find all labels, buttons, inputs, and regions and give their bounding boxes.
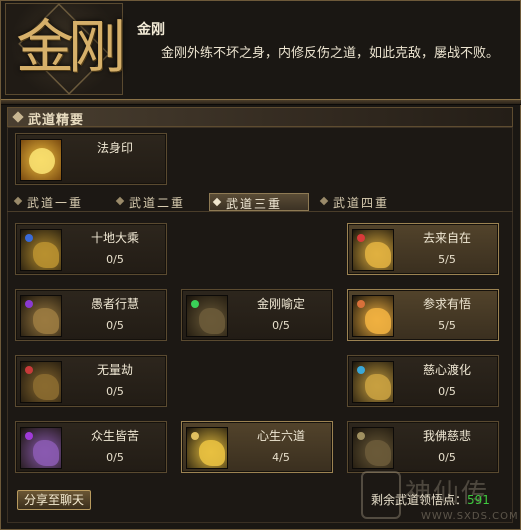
icon-gem [25,366,33,374]
tab-tier-4[interactable]: 武道四重 [317,193,417,211]
red-brown-relic-icon [20,361,62,403]
skill-card[interactable]: 无量劫 0/5 [15,355,167,407]
tab-label: 武道一重 [27,196,84,210]
blue-shrine-icon [352,361,394,403]
skill-level: 0/5 [106,451,124,464]
skill-card[interactable]: 参求有悟 5/5 [347,289,499,341]
skill-name: 众生皆苦 [90,429,139,443]
icon-shape [365,308,391,334]
skill-level: 0/5 [438,451,456,464]
icon-gem [191,300,199,308]
icon-shape [33,242,59,268]
tab-label: 武道四重 [333,196,390,210]
emblem-glyph: 金刚 [16,13,126,81]
skill-card[interactable]: 众生皆苦 0/5 [15,421,167,473]
skill-name: 十地大乘 [90,231,139,245]
skill-name: 参求有悟 [422,297,471,311]
tab-dot-icon [13,196,23,206]
watermark-url: WWW.SXDS.COM [421,511,519,522]
skill-card[interactable]: 心生六道 4/5 [181,421,333,473]
skill-name: 法身印 [96,141,133,155]
tab-tier-3[interactable]: 武道三重 [209,193,309,211]
skill-name: 心生六道 [256,429,305,443]
class-title: 金刚 [137,22,165,38]
icon-shape [199,440,225,466]
points-value: 591 [467,493,490,507]
skill-card[interactable]: 金刚喻定 0/5 [181,289,333,341]
skill-name: 我佛慈悲 [422,429,471,443]
icon-gem [191,432,199,440]
class-emblem: 金刚 [5,3,126,95]
section-header: 武道精要 [7,107,513,128]
skill-name: 金刚喻定 [256,297,305,311]
icon-gem [357,366,365,374]
icon-gem [357,432,365,440]
skill-card-top[interactable]: 法身印 [15,133,167,185]
skill-level: 0/5 [106,319,124,332]
skill-name: 无量劫 [96,363,133,377]
red-gold-flame-icon [352,229,394,271]
purple-scroll-icon [20,295,62,337]
tab-tier-1[interactable]: 武道一重 [11,193,111,211]
tab-underline [7,211,513,212]
tab-label: 武道二重 [129,196,186,210]
green-armor-icon [186,295,228,337]
tier-tabs: 武道一重 武道二重 武道三重 武道四重 [7,191,513,213]
icon-gem [25,432,33,440]
tab-dot-icon [115,196,125,206]
orange-light-icon [352,295,394,337]
tab-tier-2[interactable]: 武道二重 [113,193,213,211]
skill-card[interactable]: 十地大乘 0/5 [15,223,167,275]
diamond-icon [12,111,24,123]
skill-level: 0/5 [106,385,124,398]
golden-seal-icon [20,139,62,181]
header-divider [1,99,521,105]
skill-level: 5/5 [438,319,456,332]
purple-figure-icon [20,427,62,469]
icon-shape [365,242,391,268]
points-label: 剩余武道领悟点： [371,493,468,507]
tab-dot-icon [319,196,329,206]
icon-shape [365,440,391,466]
skill-name: 愚者行慧 [90,297,139,311]
icon-shape [29,148,55,174]
skill-card[interactable]: 去来自在 5/5 [347,223,499,275]
skill-level: 0/5 [272,319,290,332]
class-description: 金刚外练不坏之身，内修反伤之道，如此克敌，屡战不败。 [161,46,500,61]
icon-gem [357,234,365,242]
icon-shape [33,308,59,334]
icon-shape [365,374,391,400]
icon-gem [357,300,365,308]
icon-shape [33,440,59,466]
skill-level: 0/5 [438,385,456,398]
share-to-chat-button[interactable]: 分享至聊天 [17,490,91,510]
icon-gem [25,300,33,308]
skill-window: 金刚 金刚 金刚外练不坏之身，内修反伤之道，如此克敌，屡战不败。 武道精要 法身… [0,0,521,530]
skill-card[interactable]: 慈心渡化 0/5 [347,355,499,407]
skill-name: 慈心渡化 [422,363,471,377]
golden-trident-icon [186,427,228,469]
icon-shape [33,374,59,400]
section-title: 武道精要 [28,113,85,128]
skill-name: 去来自在 [422,231,471,245]
skill-level: 0/5 [106,253,124,266]
tab-label: 武道三重 [226,197,283,211]
skill-card[interactable]: 我佛慈悲 0/5 [347,421,499,473]
icon-gem [25,234,33,242]
skill-level: 4/5 [272,451,290,464]
remaining-points: 剩余武道领悟点：591 [371,491,490,508]
skill-card[interactable]: 愚者行慧 0/5 [15,289,167,341]
dark-gold-relic-icon [352,427,394,469]
header: 金刚 金刚 金刚外练不坏之身，内修反伤之道，如此克敌，屡战不败。 [1,1,521,97]
icon-shape [199,308,225,334]
blue-gold-swirl-icon [20,229,62,271]
skill-level: 5/5 [438,253,456,266]
tab-dot-icon [212,197,222,207]
